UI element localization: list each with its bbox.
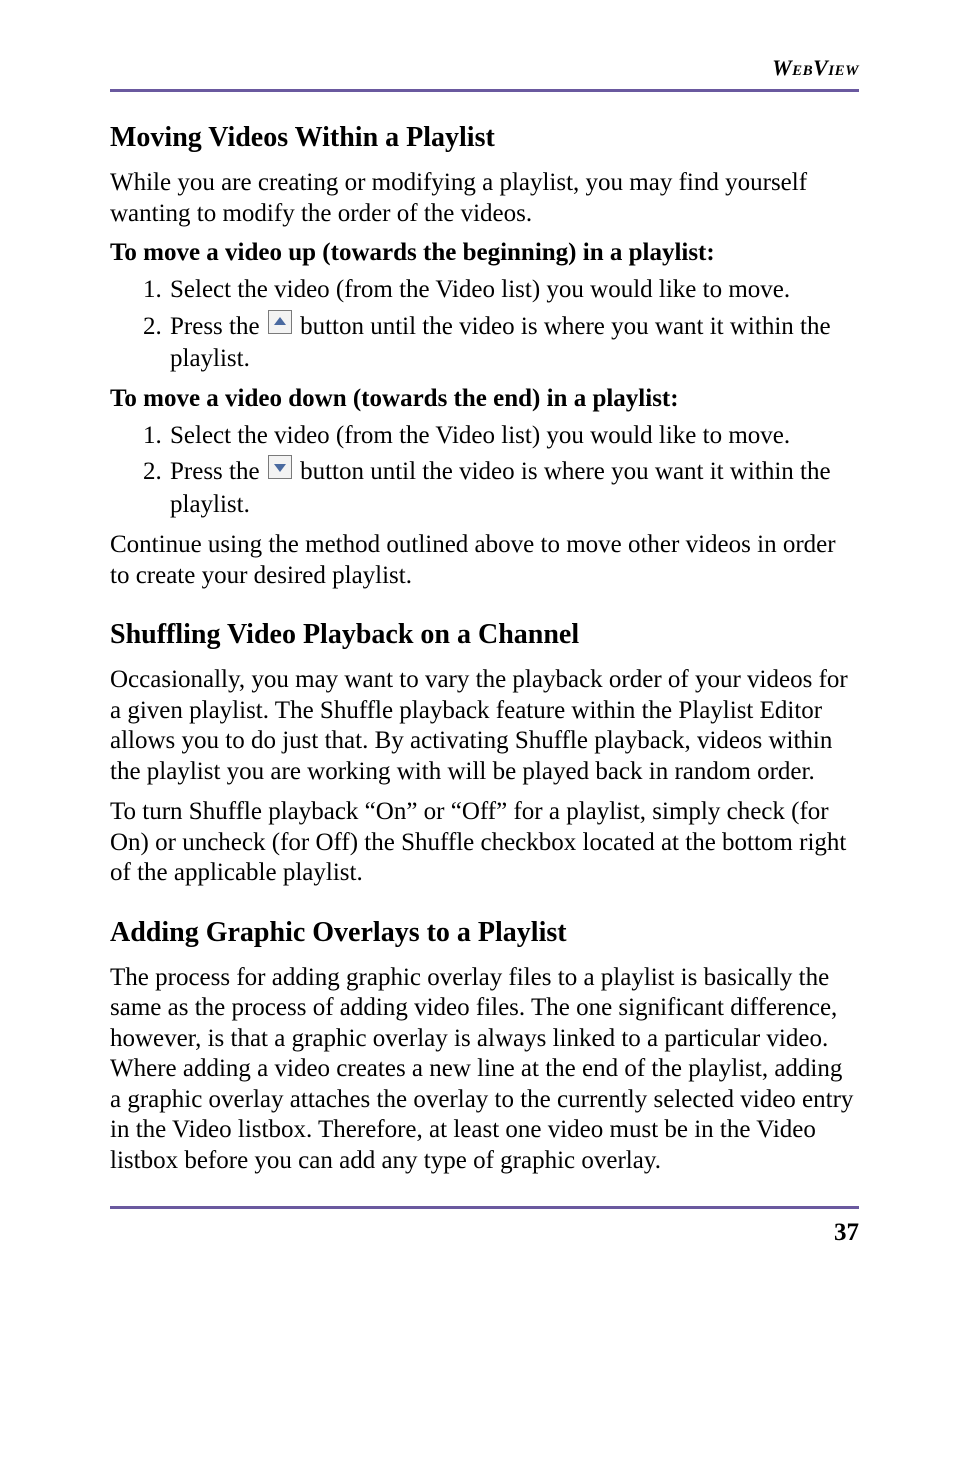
heading-moving-videos: Moving Videos Within a Playlist: [110, 122, 859, 154]
step-down-2-before: Press the: [170, 458, 266, 485]
top-rule: [110, 89, 859, 92]
move-up-icon: [268, 310, 292, 343]
step-up-2: Press the button until the video is wher…: [168, 312, 859, 375]
paragraph-moving-intro: While you are creating or modifying a pl…: [110, 168, 859, 229]
step-up-2-before: Press the: [170, 313, 266, 340]
heading-overlays: Adding Graphic Overlays to a Playlist: [110, 917, 859, 949]
subhead-move-up: To move a video up (towards the beginnin…: [110, 239, 859, 267]
step-up-1: Select the video (from the Video list) y…: [168, 275, 859, 306]
heading-shuffling: Shuffling Video Playback on a Channel: [110, 619, 859, 651]
paragraph-moving-outro: Continue using the method outlined above…: [110, 530, 859, 591]
subhead-move-down: To move a video down (towards the end) i…: [110, 385, 859, 413]
running-head: WebView: [110, 55, 859, 81]
paragraph-overlays-1: The process for adding graphic overlay f…: [110, 963, 859, 1177]
step-down-1: Select the video (from the Video list) y…: [168, 421, 859, 452]
bottom-rule: [110, 1206, 859, 1209]
paragraph-shuffling-1: Occasionally, you may want to vary the p…: [110, 665, 859, 787]
move-down-icon: [268, 455, 292, 488]
paragraph-shuffling-2: To turn Shuffle playback “On” or “Off” f…: [110, 797, 859, 889]
page-number: 37: [110, 1219, 859, 1247]
steps-move-up: Select the video (from the Video list) y…: [110, 275, 859, 375]
step-down-2: Press the button until the video is wher…: [168, 457, 859, 520]
steps-move-down: Select the video (from the Video list) y…: [110, 421, 859, 521]
